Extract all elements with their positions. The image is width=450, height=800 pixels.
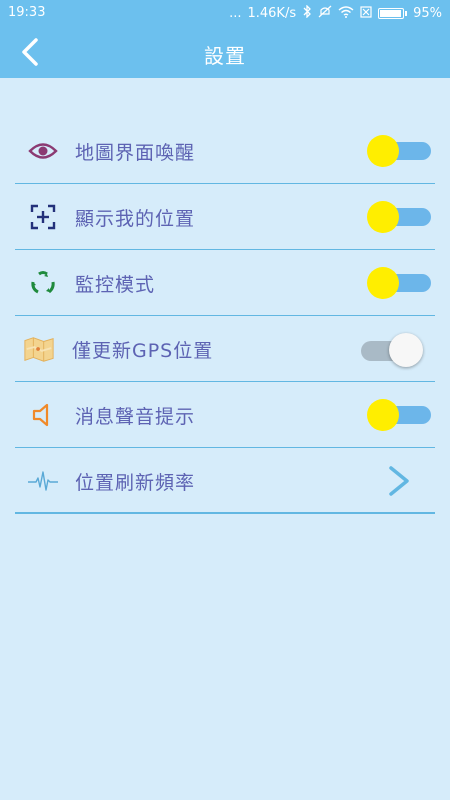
page-title: 設置	[204, 44, 246, 68]
speaker-icon	[27, 401, 59, 429]
bluetooth-icon	[302, 4, 312, 22]
setting-row-refresh-rate[interactable]: 位置刷新頻率	[15, 448, 435, 514]
setting-row-map-wake[interactable]: 地圖界面喚醒	[15, 118, 435, 184]
map-icon	[23, 335, 55, 363]
pulse-icon	[27, 467, 59, 495]
status-dots: ...	[229, 6, 242, 21]
recycle-icon	[27, 269, 59, 297]
eye-icon	[27, 137, 59, 165]
toggle-thumb	[367, 201, 399, 233]
setting-row-gps-only[interactable]: 僅更新GPS位置	[15, 316, 435, 382]
settings-list: 地圖界面喚醒 顯示我的位置 監控模式 僅更新GPS位置 消息聲音提示 位置刷新頻…	[15, 118, 435, 514]
setting-label: 地圖界面喚醒	[75, 142, 196, 164]
gps-only-toggle[interactable]	[361, 333, 425, 367]
setting-label: 監控模式	[75, 274, 156, 296]
battery-level: 95%	[413, 6, 442, 21]
setting-row-show-location[interactable]: 顯示我的位置	[15, 184, 435, 250]
chevron-right-icon[interactable]	[385, 464, 413, 498]
monitor-mode-toggle[interactable]	[367, 267, 431, 299]
sound-toggle[interactable]	[367, 399, 431, 431]
setting-row-monitor-mode[interactable]: 監控模式	[15, 250, 435, 316]
toggle-thumb	[389, 333, 423, 367]
status-right: ... 1.46K/s 95%	[223, 4, 442, 22]
status-time: 19:33	[8, 5, 46, 20]
setting-row-sound[interactable]: 消息聲音提示	[15, 382, 435, 448]
setting-label: 顯示我的位置	[75, 208, 196, 230]
toggle-thumb	[367, 267, 399, 299]
wifi-icon	[338, 5, 354, 22]
setting-label: 消息聲音提示	[75, 406, 196, 428]
status-bar: 19:33 ... 1.46K/s 95%	[0, 0, 450, 26]
map-wake-toggle[interactable]	[367, 135, 431, 167]
show-location-toggle[interactable]	[367, 201, 431, 233]
locate-icon	[27, 203, 59, 231]
mute-icon	[318, 5, 332, 22]
no-sim-icon	[360, 5, 372, 22]
battery-icon	[378, 8, 408, 19]
toggle-thumb	[367, 399, 399, 431]
setting-label: 位置刷新頻率	[75, 472, 196, 494]
app-bar: 設置	[0, 26, 450, 78]
net-speed: 1.46K/s	[247, 6, 297, 21]
setting-label: 僅更新GPS位置	[72, 340, 214, 362]
toggle-thumb	[367, 135, 399, 167]
